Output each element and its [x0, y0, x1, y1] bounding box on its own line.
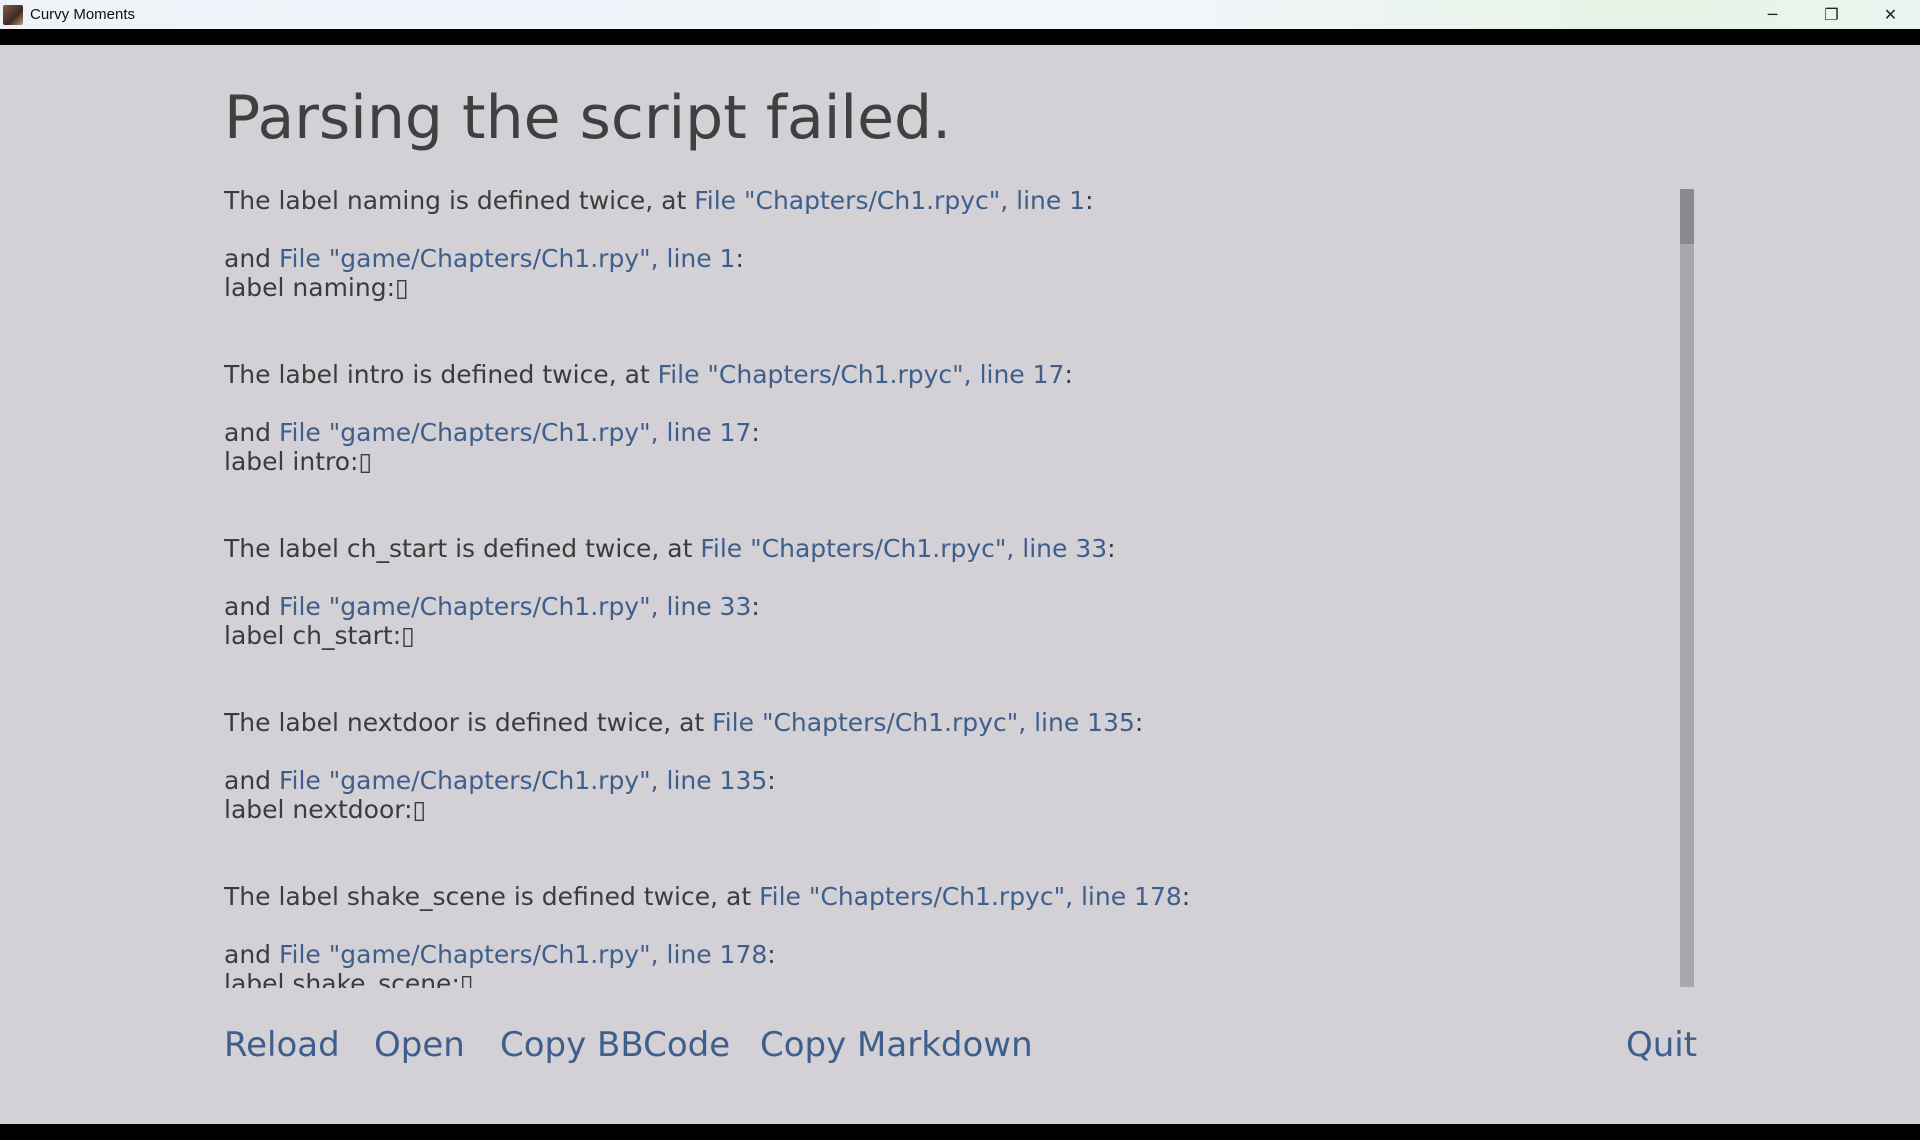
error-message-line: The label nextdoor is defined twice, at … [224, 708, 1674, 737]
compiled-file-link[interactable]: File "Chapters/Ch1.rpyc", line 135 [712, 708, 1135, 737]
source-location-line: and File "game/Chapters/Ch1.rpy", line 1… [224, 766, 1674, 795]
colon-text: : [1064, 360, 1073, 389]
open-button[interactable]: Open [374, 1022, 465, 1068]
source-file-link[interactable]: File "game/Chapters/Ch1.rpy", line 17 [279, 418, 751, 447]
and-text: and [224, 244, 279, 273]
reload-button[interactable]: Reload [224, 1022, 340, 1068]
close-button[interactable]: ✕ [1861, 0, 1920, 29]
error-message-line: The label shake_scene is defined twice, … [224, 882, 1674, 911]
colon-text: : [767, 940, 776, 969]
letterbox-top [0, 29, 1920, 45]
colon-text: : [735, 244, 744, 273]
copy-bbcode-button[interactable]: Copy BBCode [500, 1022, 730, 1068]
colon-text: : [1107, 534, 1116, 563]
window-titlebar: Curvy Moments ─ ❐ ✕ [0, 0, 1920, 29]
error-entry: The label nextdoor is defined twice, at … [224, 708, 1674, 824]
compiled-file-link[interactable]: File "Chapters/Ch1.rpyc", line 33 [700, 534, 1107, 563]
colon-text: : [751, 592, 760, 621]
scrollbar[interactable] [1680, 189, 1694, 987]
compiled-file-link[interactable]: File "Chapters/Ch1.rpyc", line 178 [759, 882, 1182, 911]
error-message-text: The label naming is defined twice, at [224, 186, 695, 215]
source-file-link[interactable]: File "game/Chapters/Ch1.rpy", line 1 [279, 244, 735, 273]
code-line: label shake_scene:▯ [224, 969, 474, 988]
source-location-line: and File "game/Chapters/Ch1.rpy", line 1… [224, 244, 1674, 273]
code-line: label nextdoor:▯ [224, 795, 427, 824]
and-text: and [224, 940, 279, 969]
error-message-text: The label intro is defined twice, at [224, 360, 658, 389]
source-file-link[interactable]: File "game/Chapters/Ch1.rpy", line 135 [279, 766, 767, 795]
source-location-line: and File "game/Chapters/Ch1.rpy", line 1… [224, 940, 1674, 969]
source-location-line: and File "game/Chapters/Ch1.rpy", line 3… [224, 592, 1674, 621]
error-entry: The label shake_scene is defined twice, … [224, 882, 1674, 988]
colon-text: : [1085, 186, 1094, 215]
error-message-text: The label ch_start is defined twice, at [224, 534, 701, 563]
scrollbar-thumb[interactable] [1680, 189, 1694, 244]
error-message-text: The label nextdoor is defined twice, at [224, 708, 713, 737]
error-entry: The label intro is defined twice, at Fil… [224, 360, 1674, 476]
letterbox-bottom [0, 1124, 1920, 1140]
code-line: label ch_start:▯ [224, 621, 415, 650]
colon-text: : [1134, 708, 1144, 737]
colon-text: : [767, 766, 776, 795]
error-message-line: The label intro is defined twice, at Fil… [224, 360, 1674, 389]
maximize-button[interactable]: ❐ [1802, 0, 1861, 29]
copy-markdown-button[interactable]: Copy Markdown [760, 1022, 1033, 1068]
error-log[interactable]: The label naming is defined twice, at Fi… [224, 186, 1674, 988]
and-text: and [224, 418, 279, 447]
source-location-line: and File "game/Chapters/Ch1.rpy", line 1… [224, 418, 1674, 447]
and-text: and [224, 592, 279, 621]
minimize-button[interactable]: ─ [1743, 0, 1802, 29]
compiled-file-link[interactable]: File "Chapters/Ch1.rpyc", line 1 [694, 186, 1085, 215]
and-text: and [224, 766, 279, 795]
error-message-line: The label naming is defined twice, at Fi… [224, 186, 1674, 215]
error-message-line: The label ch_start is defined twice, at … [224, 534, 1674, 563]
window-controls: ─ ❐ ✕ [1743, 0, 1920, 29]
code-line: label intro:▯ [224, 447, 373, 476]
page-title: Parsing the script failed. [224, 83, 952, 153]
source-file-link[interactable]: File "game/Chapters/Ch1.rpy", line 33 [279, 592, 751, 621]
app-icon [3, 4, 23, 25]
source-file-link[interactable]: File "game/Chapters/Ch1.rpy", line 178 [279, 940, 767, 969]
code-line: label naming:▯ [224, 273, 409, 302]
error-entry: The label naming is defined twice, at Fi… [224, 186, 1674, 302]
colon-text: : [751, 418, 760, 447]
compiled-file-link[interactable]: File "Chapters/Ch1.rpyc", line 17 [658, 360, 1065, 389]
error-message-text: The label shake_scene is defined twice, … [224, 882, 760, 911]
quit-button[interactable]: Quit [1626, 1022, 1697, 1068]
error-entry: The label ch_start is defined twice, at … [224, 534, 1674, 650]
window-title: Curvy Moments [30, 6, 136, 23]
colon-text: : [1181, 882, 1191, 911]
